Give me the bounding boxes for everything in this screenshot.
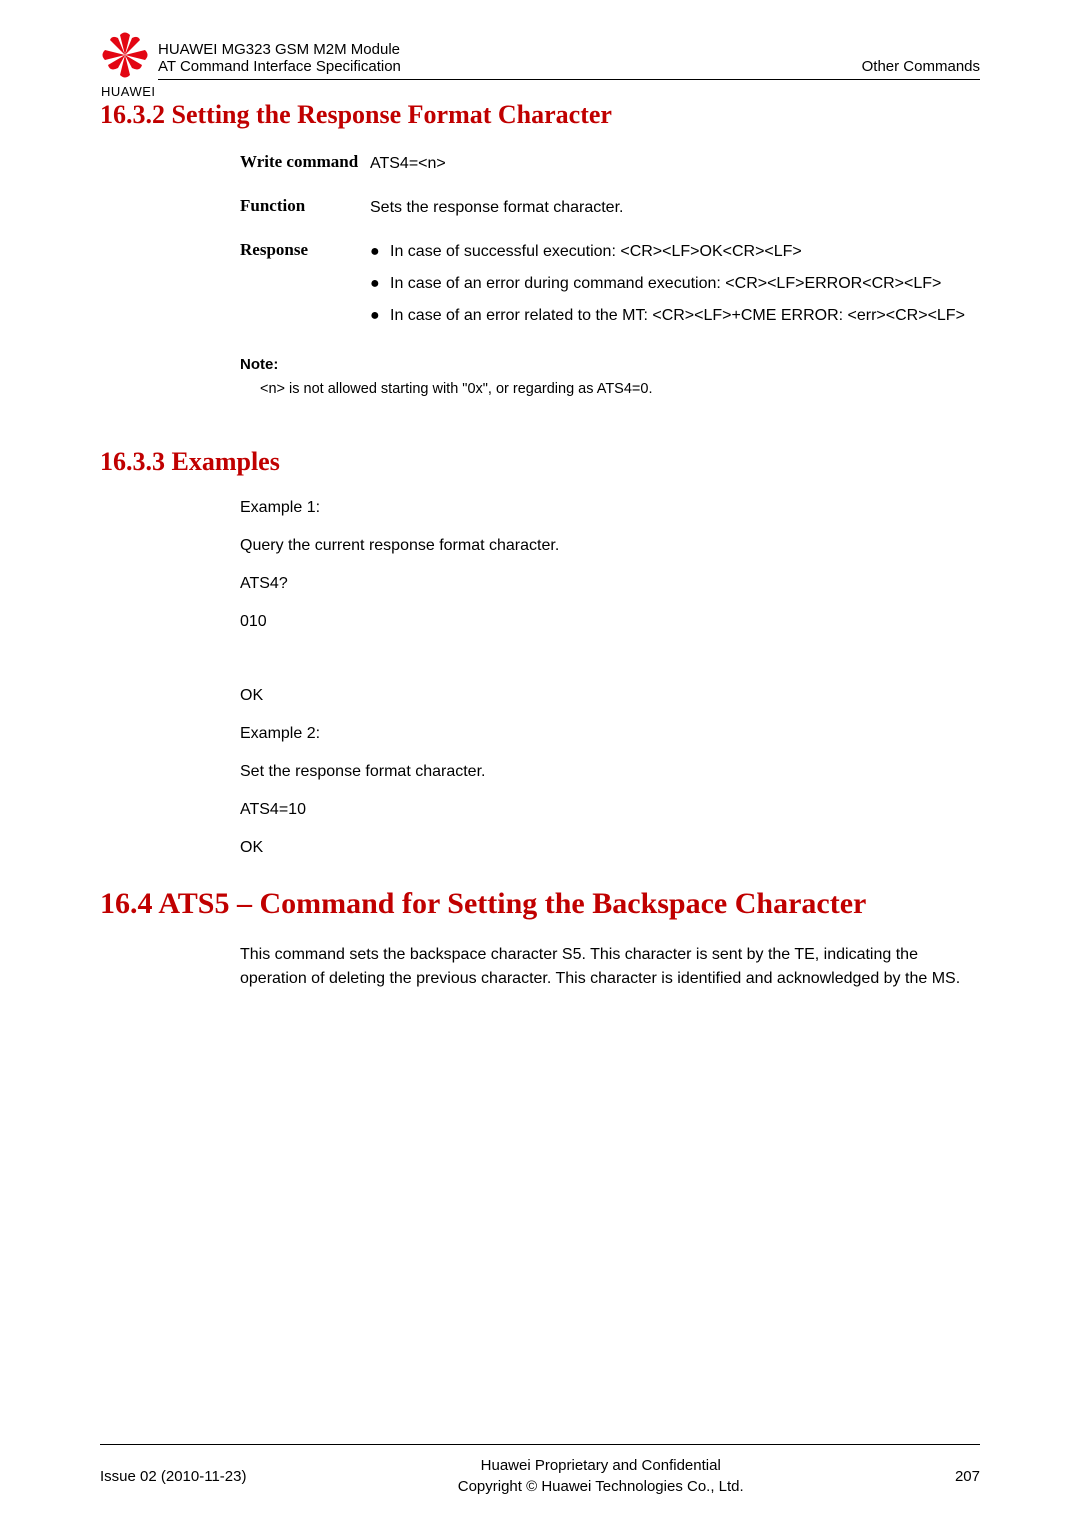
huawei-logo-icon (100, 30, 150, 80)
footer-copyright: Copyright © Huawei Technologies Co., Ltd… (458, 1476, 744, 1497)
example-line: OK (240, 687, 980, 705)
section-16-4-para: This command sets the backspace characte… (240, 943, 980, 991)
example-line: ATS4=10 (240, 801, 980, 819)
heading-16-3-2: 16.3.2 Setting the Response Format Chara… (100, 100, 980, 130)
example-line (240, 651, 980, 667)
footer-issue: Issue 02 (2010-11-23) (100, 1468, 246, 1485)
function-label: Function (240, 196, 370, 220)
response-bullet-1: In case of successful execution: <CR><LF… (390, 240, 980, 264)
heading-16-3-3: 16.3.3 Examples (100, 447, 980, 477)
header-section-label: Other Commands (862, 58, 980, 75)
response-bullet-3: In case of an error related to the MT: <… (390, 304, 980, 328)
function-value: Sets the response format character. (370, 196, 980, 220)
write-command-value: ATS4=<n> (370, 152, 980, 176)
bullet-icon: ● (370, 272, 390, 296)
write-command-label: Write command (240, 152, 370, 176)
header-subtitle: AT Command Interface Specification (158, 58, 401, 75)
note-text: <n> is not allowed starting with "0x", o… (260, 381, 980, 397)
heading-16-4: 16.4 ATS5 – Command for Setting the Back… (100, 887, 980, 921)
footer-proprietary: Huawei Proprietary and Confidential (458, 1455, 744, 1476)
page-header: HUAWEI MG323 GSM M2M Module AT Command I… (0, 0, 1080, 80)
page-footer: Issue 02 (2010-11-23) Huawei Proprietary… (100, 1444, 980, 1497)
example-line: Example 1: (240, 499, 980, 517)
example-line: Set the response format character. (240, 763, 980, 781)
bullet-icon: ● (370, 240, 390, 264)
response-bullets: ● In case of successful execution: <CR><… (370, 240, 980, 336)
bullet-icon: ● (370, 304, 390, 328)
examples-block: Example 1: Query the current response fo… (240, 499, 980, 857)
brand-text: HUAWEI (101, 84, 156, 99)
header-product-line: HUAWEI MG323 GSM M2M Module (158, 41, 980, 58)
example-line: Query the current response format charac… (240, 537, 980, 555)
response-bullet-2: In case of an error during command execu… (390, 272, 980, 296)
note-label: Note: (240, 356, 980, 373)
note-block: Note: <n> is not allowed starting with "… (240, 356, 980, 397)
response-label: Response (240, 240, 370, 336)
example-line: OK (240, 839, 980, 857)
example-line: 010 (240, 613, 980, 631)
example-line: Example 2: (240, 725, 980, 743)
command-table: Write command ATS4=<n> Function Sets the… (240, 152, 980, 336)
example-line: ATS4? (240, 575, 980, 593)
footer-page-number: 207 (955, 1468, 980, 1485)
